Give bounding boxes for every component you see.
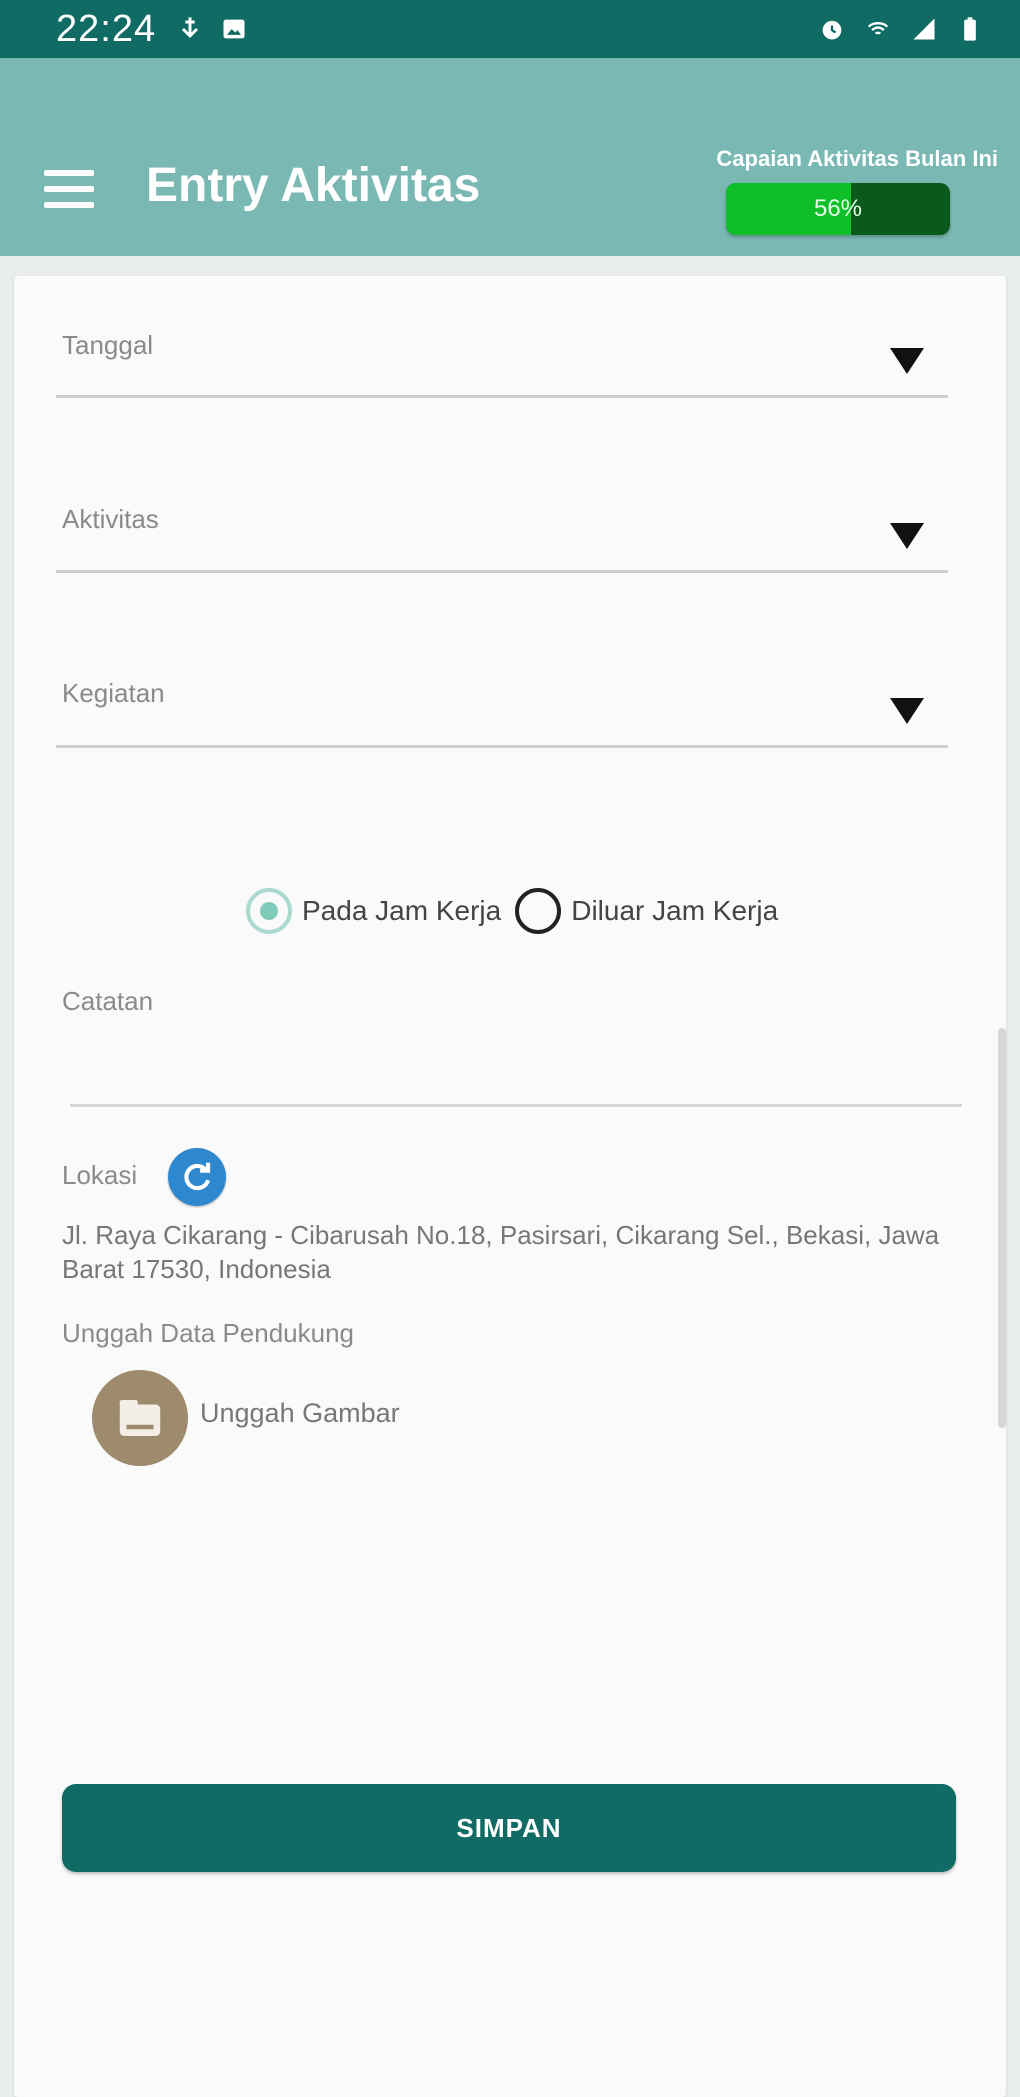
work-hours-radio-group: Pada Jam Kerja Diluar Jam Kerja <box>246 888 792 934</box>
scrollbar[interactable] <box>998 1028 1006 1428</box>
radio-diluar-jam-kerja[interactable]: Diluar Jam Kerja <box>515 888 778 934</box>
page-title: Entry Aktivitas <box>146 159 481 212</box>
chevron-down-icon <box>890 698 924 724</box>
refresh-location-button[interactable] <box>168 1148 226 1206</box>
signal-icon <box>913 18 935 40</box>
catatan-input[interactable] <box>70 1104 962 1107</box>
alarm-icon <box>822 20 842 40</box>
image-icon <box>223 19 245 39</box>
entry-form-card: Tanggal Aktivitas Kegiatan Pada Jam Kerj… <box>14 276 1006 2097</box>
status-bar: 22:24 <box>0 0 1020 58</box>
kegiatan-dropdown[interactable] <box>56 688 948 748</box>
radio-button[interactable] <box>515 888 562 934</box>
achievement-percent: 56% <box>813 195 863 222</box>
status-time: 22:24 <box>56 7 157 50</box>
radio-button-selected[interactable] <box>246 888 292 934</box>
app-bar: Entry Aktivitas Capaian Aktivitas Bulan … <box>0 58 1020 256</box>
lokasi-label: Lokasi <box>62 1160 138 1190</box>
menu-icon[interactable] <box>44 170 94 210</box>
catatan-label: Catatan <box>62 986 154 1016</box>
upload-image-label[interactable]: Unggah Gambar <box>200 1398 400 1429</box>
upload-section-label: Unggah Data Pendukung <box>62 1318 355 1348</box>
battery-icon <box>964 17 976 41</box>
aktivitas-dropdown[interactable] <box>56 513 948 573</box>
radio-label: Pada Jam Kerja <box>302 895 502 926</box>
radio-label: Diluar Jam Kerja <box>571 895 779 926</box>
tanggal-dropdown[interactable] <box>56 338 948 398</box>
chevron-down-icon <box>890 348 924 374</box>
usb-icon <box>182 17 199 39</box>
refresh-icon <box>184 1162 211 1191</box>
radio-pada-jam-kerja[interactable]: Pada Jam Kerja <box>246 888 501 934</box>
location-address: Jl. Raya Cikarang - Cibarusah No.18, Pas… <box>62 1220 940 1284</box>
wifi-call-icon <box>867 22 889 35</box>
achievement-progress-bar: 56% <box>726 183 950 235</box>
achievement-label: Capaian Aktivitas Bulan Ini <box>716 146 998 171</box>
chevron-down-icon <box>890 523 924 549</box>
folder-icon <box>119 1400 161 1436</box>
upload-image-button[interactable] <box>92 1370 188 1466</box>
save-button[interactable]: SIMPAN <box>62 1784 956 1872</box>
